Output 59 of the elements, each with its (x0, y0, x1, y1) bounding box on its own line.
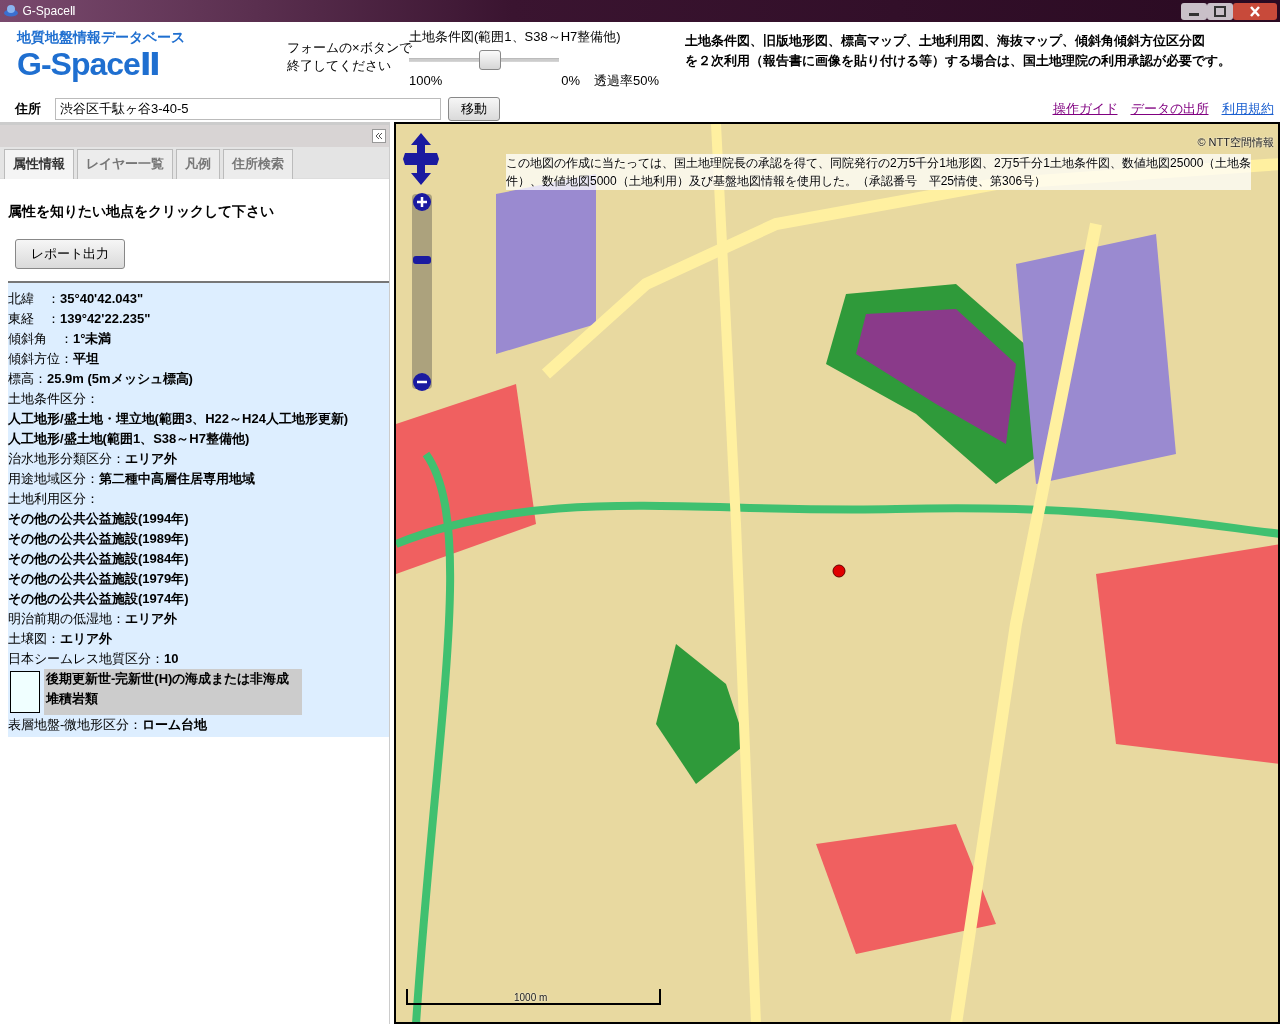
notice-text: を２次利用（報告書に画像を貼り付ける等）する場合は、国土地理院の利用承認が必要です。 (685, 53, 1231, 70)
attribute-value: その他の公共公益施設(1984年) (8, 549, 190, 568)
app-logo: G-SpaceⅡ (17, 48, 161, 80)
attribute-text: 傾斜角 ：1°未満 (8, 329, 113, 348)
address-field[interactable]: 渋谷区千駄ヶ谷3-40-5 (55, 97, 441, 120)
move-button[interactable]: 移動 (447, 97, 500, 121)
attribute-text: 標高：25.9m (5mメッシュ標高) (8, 369, 194, 388)
slider-max-label: 0% (561, 71, 580, 90)
instruction-text: 属性を知りたい地点をクリックして下さい (8, 202, 275, 221)
panel-tab[interactable]: 属性情報 (4, 149, 74, 179)
nav-link[interactable]: 操作ガイド (1052, 99, 1118, 119)
zoom-in-icon[interactable] (412, 192, 432, 212)
address-label: 住所 (15, 100, 41, 118)
nav-link[interactable]: データの出所 (1130, 99, 1209, 119)
legend-text: 後期更新世-完新世(H)の海成または非海成堆積岩類 (44, 668, 302, 715)
maximize-icon[interactable] (1206, 2, 1233, 20)
copyright-text: © NTT空間情報 (1197, 135, 1274, 150)
opacity-reading: 透過率50% (593, 71, 659, 90)
report-button[interactable]: レポート出力 (15, 239, 125, 269)
minimize-icon[interactable] (1180, 2, 1207, 20)
attribute-text: 土壌図：エリア外 (8, 629, 113, 648)
attribute-text: 治水地形分類区分：エリア外 (8, 449, 178, 468)
notice-text: 土地条件図、旧版地形図、標高マップ、土地利用図、海抜マップ、傾斜角傾斜方位区分図 (685, 32, 1206, 50)
layer-name: 土地条件図(範囲1、S38～H7整備他) (409, 28, 622, 44)
location-marker-icon (832, 564, 846, 578)
attribute-text: 日本シームレス地質区分：10 (8, 649, 180, 668)
attribute-heading: 土地利用区分： (8, 489, 100, 508)
attribute-value: 人工地形/盛土地・埋立地(範囲3、H22～H24人工地形更新) (8, 409, 350, 428)
attribute-value: その他の公共公益施設(1989年) (8, 529, 190, 548)
attribute-text: 東経 ：139°42'22.235" (8, 309, 152, 328)
app-icon (3, 4, 20, 18)
scale-label: 1000 m (514, 991, 548, 1005)
attribute-text: 表層地盤-微地形区分：ローム台地 (8, 715, 209, 734)
attribute-text: 用途地域区分：第二種中高層住居専用地域 (8, 469, 256, 488)
attribute-value: その他の公共公益施設(1979年) (8, 569, 190, 588)
zoom-thumb[interactable] (413, 255, 431, 264)
map-drawing[interactable] (396, 124, 1278, 1022)
attribute-value: その他の公共公益施設(1994年) (8, 509, 190, 528)
collapse-icon[interactable] (371, 129, 386, 143)
attribute-value: 人工地形/盛土地(範囲1、S38～H7整備他) (8, 429, 251, 448)
attribute-text: 傾斜方位：平坦 (8, 349, 100, 368)
slider-min-label: 100% (409, 71, 443, 90)
pan-control-icon[interactable] (403, 133, 439, 185)
attribute-value: その他の公共公益施設(1974年) (8, 589, 190, 608)
zoom-out-icon[interactable] (412, 372, 432, 392)
attribute-text: 北緯 ：35°40'42.043" (8, 289, 145, 308)
panel-tab[interactable]: 凡例 (176, 149, 220, 179)
slider-thumb[interactable] (479, 49, 501, 70)
close-note: 終了してください (287, 57, 392, 75)
close-icon[interactable] (1232, 2, 1277, 20)
panel-tab[interactable]: 住所検索 (223, 149, 293, 179)
map-credit-text: この地図の作成に当たっては、国土地理院長の承認を得て、同院発行の2万5千分1地形図、2万5千分1土地条件図、数値地図25000（土地条 (506, 155, 1252, 172)
window-title: G-SpaceⅡ (22, 3, 76, 20)
app-subtitle: 地質地盤情報データベース (17, 28, 186, 47)
attribute-heading: 土地条件区分： (8, 389, 100, 408)
map-credit-text: 件）、数値地図5000（土地利用）及び基盤地図情報を使用した。（承認番号 平25情使、第306号） (506, 173, 1048, 190)
attribute-text: 明治前期の低湿地：エリア外 (8, 609, 178, 628)
panel-tab[interactable]: レイヤー一覧 (77, 149, 173, 179)
nav-link[interactable]: 利用規約 (1221, 99, 1274, 119)
